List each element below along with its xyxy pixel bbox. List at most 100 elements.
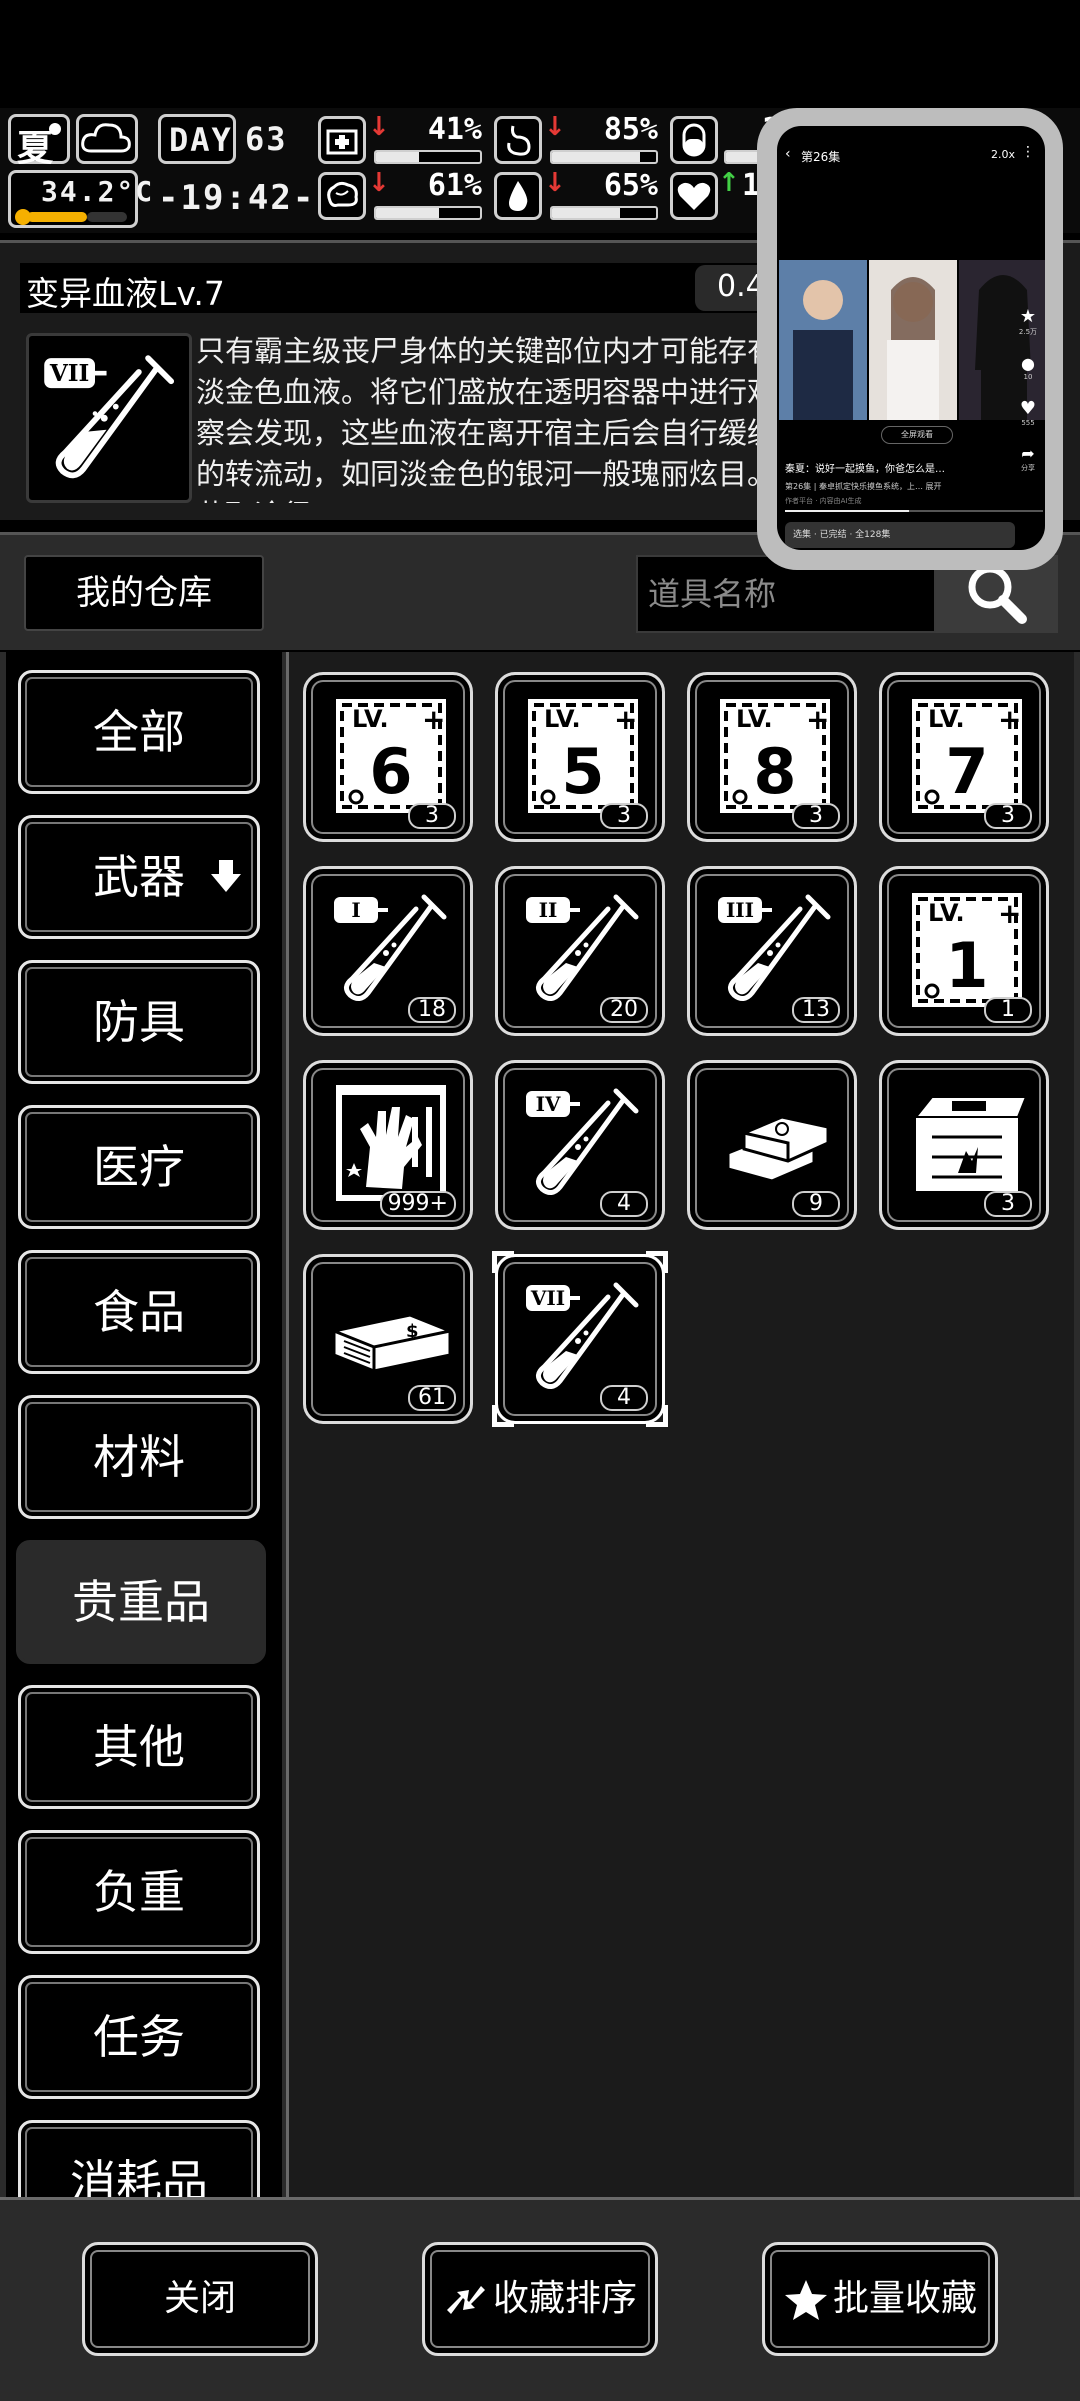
category-medical[interactable]: 医疗 (18, 1105, 260, 1229)
season-indicator: 夏 (8, 114, 70, 169)
blood-vial-icon: III (718, 894, 831, 1001)
item-description: 只有霸主级丧尸身体的关键部位内才可能存有淡金色血液。将它们盛放在透明容器中进行观… (196, 334, 776, 503)
arrow-down-icon (211, 860, 241, 892)
item-count-badge: 4 (600, 1191, 648, 1217)
category-weapons[interactable]: 武器 (18, 815, 260, 939)
video-comment-count: 10 (1023, 373, 1033, 381)
level-prefix: LV. (928, 705, 965, 733)
mood-value: 1 (741, 168, 760, 203)
blood-vial-icon: I (334, 894, 447, 1001)
more-icon[interactable]: ⋮ (1021, 144, 1035, 160)
selection-corner (646, 1251, 668, 1273)
category-load[interactable]: 负重 (18, 1830, 260, 1954)
item-slot[interactable]: 3 (879, 1060, 1049, 1230)
selection-corner (492, 1405, 514, 1427)
video-progress-bar[interactable] (785, 510, 1043, 512)
fullscreen-button[interactable]: 全屏观看 (881, 426, 953, 444)
hunger-bar-fill (552, 152, 641, 162)
category-consumables[interactable]: 消耗品 (18, 2120, 260, 2197)
temperature-indicator: 34.2°C (8, 170, 152, 228)
item-slot[interactable]: I 18 (303, 866, 473, 1036)
sort-favorites-label: 收藏排序 (492, 2278, 637, 2319)
sun-icon (49, 123, 61, 135)
level-number: 1 (945, 929, 988, 1002)
video-share-label: 分享 (1021, 464, 1035, 472)
hunger-bar (550, 150, 658, 164)
video-caption: 秦夏：说好一起摸鱼，你爸怎么是… (785, 464, 945, 475)
video-heart-button[interactable]: ♥ 555 (1017, 398, 1039, 427)
item-slot[interactable]: $61 (303, 1254, 473, 1424)
item-count-badge: 3 (984, 803, 1032, 829)
video-comment-button[interactable]: ● 10 (1017, 354, 1039, 381)
item-slot[interactable]: LV. +7 3 (879, 672, 1049, 842)
capsule-icon (670, 116, 718, 164)
item-slot[interactable]: VII 4 (492, 1251, 668, 1427)
svg-text:+: + (614, 703, 637, 736)
close-button[interactable]: 关闭 (82, 2242, 318, 2356)
item-slot[interactable]: LV. +8 3 (687, 672, 857, 842)
video-share-button[interactable]: ➦ 分享 (1017, 444, 1039, 473)
video-speed[interactable]: 2.0x (991, 148, 1015, 161)
svg-text:+: + (806, 703, 829, 736)
bottom-action-bar: 关闭 收藏排序 批量收藏 (0, 2197, 1080, 2401)
thermometer-icon (15, 209, 127, 225)
status-bar-area (0, 0, 1080, 108)
level-card-icon: LV. +6 (336, 699, 446, 813)
item-slot[interactable]: III 13 (687, 866, 857, 1036)
mind-bar-fill (376, 208, 440, 218)
cash-stack-icon: $ (332, 1313, 452, 1373)
water-drop-icon (494, 172, 542, 220)
category-other[interactable]: 其他 (18, 1685, 260, 1809)
floating-video-window[interactable]: ‹ 第26集 2.0x ⋮ 全屏观看 ★ 2.5万 ● 10 ♥ 555 ➦ 分享 秦夏… (757, 108, 1063, 570)
item-count-badge: 9 (792, 1191, 840, 1217)
selection-corner (492, 1251, 514, 1273)
category-armor[interactable]: 防具 (18, 960, 260, 1084)
back-icon[interactable]: ‹ (785, 146, 791, 162)
category-valuables[interactable]: 贵重品 (16, 1540, 266, 1664)
selection-corner (646, 1405, 668, 1427)
vial-roman-label: II (539, 898, 558, 922)
thirst-value: 65% (603, 168, 658, 203)
video-progress-fill (785, 510, 909, 512)
sort-favorites-button[interactable]: 收藏排序 (422, 2242, 658, 2356)
level-card-icon: LV. +1 (912, 893, 1022, 1007)
svg-text:+: + (998, 897, 1021, 930)
item-slot[interactable]: LV. +1 1 (879, 866, 1049, 1036)
level-number: 7 (945, 735, 988, 808)
star-icon (784, 2280, 827, 2320)
category-materials[interactable]: 材料 (18, 1395, 260, 1519)
level-card-icon: LV. +8 (720, 699, 830, 813)
category-all[interactable]: 全部 (18, 670, 260, 794)
swap-arrows-icon (446, 2286, 485, 2314)
blood-vial-icon: VII (44, 355, 175, 479)
warehouse-title: 我的仓库 (24, 555, 264, 631)
item-slot[interactable]: LV. +5 3 (495, 672, 665, 842)
batch-favorite-button[interactable]: 批量收藏 (762, 2242, 998, 2356)
item-count-badge: 3 (984, 1191, 1032, 1217)
category-weapons-label: 武器 (93, 850, 185, 904)
item-slot[interactable]: IV 4 (495, 1060, 665, 1230)
category-quest[interactable]: 任务 (18, 1975, 260, 2099)
mind-value: 61% (427, 168, 482, 203)
item-count-badge: 3 (600, 803, 648, 829)
item-slot[interactable]: 9 (687, 1060, 857, 1230)
video-frame[interactable] (779, 260, 1045, 420)
item-slot[interactable]: 999+ (303, 1060, 473, 1230)
vial-roman-label: I (351, 898, 360, 922)
video-episode-title: 第26集 | 秦卓抓定快乐摸鱼系统，上… 展开 (785, 482, 942, 491)
category-sidebar[interactable]: 全部 武器 防具 医疗 食品 材料 贵重品 其他 负重 任务 消耗品 (6, 652, 282, 2197)
item-name: 变异血液Lv.7 (26, 274, 225, 313)
video-playlist-button[interactable]: 选集 · 已完结 · 全128集 (785, 522, 1015, 548)
item-count-badge: 4 (600, 1385, 648, 1411)
item-slot[interactable]: II 20 (495, 866, 665, 1036)
item-count-badge: 999+ (379, 1191, 456, 1217)
health-bar (374, 150, 482, 164)
item-slot[interactable]: LV. +6 3 (303, 672, 473, 842)
category-food[interactable]: 食品 (18, 1250, 260, 1374)
level-number: 5 (561, 735, 604, 808)
video-like-button[interactable]: ★ 2.5万 (1017, 306, 1039, 337)
item-count-badge: 3 (408, 803, 456, 829)
level-prefix: LV. (352, 705, 389, 733)
health-value: 41% (427, 112, 482, 147)
item-count-badge: 18 (408, 997, 456, 1023)
